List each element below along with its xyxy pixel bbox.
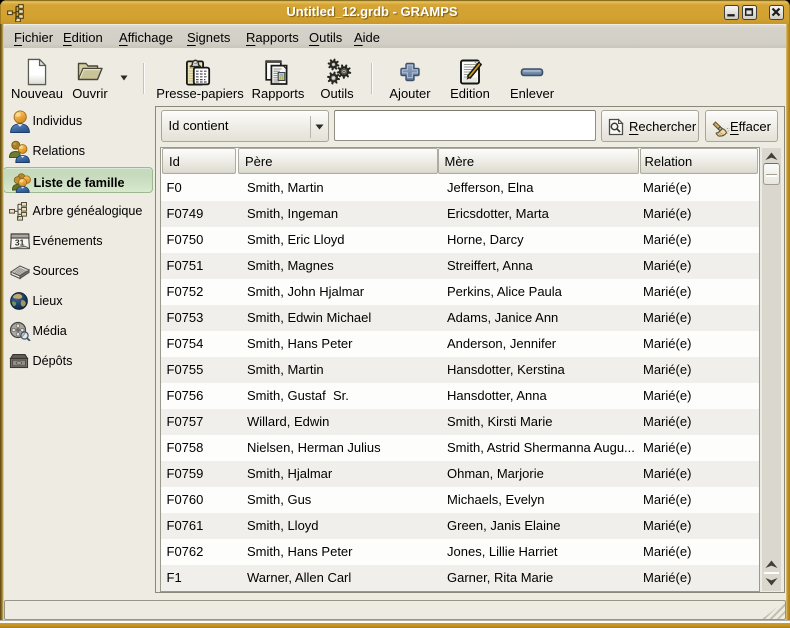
svg-text:31: 31 <box>15 238 25 248</box>
